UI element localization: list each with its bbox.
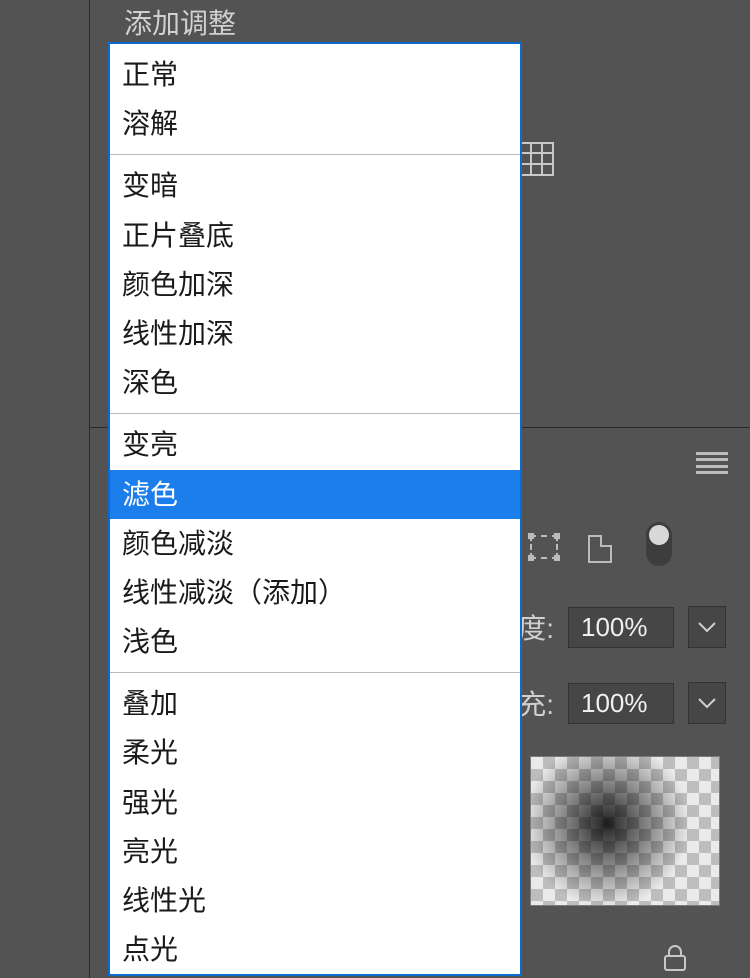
panel-title: 添加调整 — [90, 0, 750, 44]
blend-mode-option[interactable]: 强光 — [110, 778, 520, 827]
blend-mode-option[interactable]: 滤色 — [110, 470, 520, 519]
lock-toggle[interactable] — [646, 522, 672, 566]
layer-thumbnail[interactable] — [530, 756, 720, 906]
blend-mode-option[interactable]: 点光 — [110, 925, 520, 974]
blend-mode-option[interactable]: 线性加深 — [110, 309, 520, 358]
blend-mode-option[interactable]: 柔光 — [110, 728, 520, 777]
blend-mode-option[interactable]: 深色 — [110, 358, 520, 407]
grid-icon[interactable] — [520, 142, 554, 176]
fill-input[interactable]: 100% — [568, 683, 674, 724]
menu-group: 叠加柔光强光亮光线性光点光 — [110, 673, 520, 976]
artboard-icon[interactable] — [588, 535, 618, 565]
blend-mode-option[interactable]: 颜色加深 — [110, 260, 520, 309]
opacity-label: 度: — [518, 607, 554, 647]
blend-mode-option[interactable]: 变亮 — [110, 420, 520, 469]
blend-mode-option[interactable]: 变暗 — [110, 161, 520, 210]
opacity-dropdown-button[interactable] — [688, 606, 726, 648]
left-sidebar — [0, 0, 90, 978]
panel-menu-button[interactable] — [696, 452, 728, 474]
blend-mode-option[interactable]: 浅色 — [110, 617, 520, 666]
blend-mode-option[interactable]: 线性光 — [110, 876, 520, 925]
menu-group: 变暗正片叠底颜色加深线性加深深色 — [110, 155, 520, 414]
menu-group: 正常溶解 — [110, 44, 520, 155]
opacity-row: 度: 100% — [518, 606, 726, 648]
blend-mode-option[interactable]: 溶解 — [110, 99, 520, 148]
fill-dropdown-button[interactable] — [688, 682, 726, 724]
blend-mode-option[interactable]: 颜色减淡 — [110, 519, 520, 568]
blend-mode-option[interactable]: 正常 — [110, 50, 520, 99]
transform-icon[interactable] — [530, 535, 560, 565]
blend-mode-option[interactable]: 线性减淡（添加） — [110, 568, 520, 617]
layer-list — [530, 756, 728, 906]
lock-icon[interactable] — [660, 942, 690, 972]
blend-mode-dropdown[interactable]: 正常溶解变暗正片叠底颜色加深线性加深深色变亮滤色颜色减淡线性减淡（添加）浅色叠加… — [108, 42, 522, 976]
menu-group: 变亮滤色颜色减淡线性减淡（添加）浅色 — [110, 414, 520, 673]
blend-mode-option[interactable]: 叠加 — [110, 679, 520, 728]
blend-mode-option[interactable]: 亮光 — [110, 827, 520, 876]
fill-label: 充: — [518, 683, 554, 723]
menu-icon — [696, 452, 728, 474]
opacity-input[interactable]: 100% — [568, 607, 674, 648]
layers-toolbar — [530, 528, 672, 572]
fill-row: 充: 100% — [518, 682, 726, 724]
blend-mode-option[interactable]: 正片叠底 — [110, 211, 520, 260]
